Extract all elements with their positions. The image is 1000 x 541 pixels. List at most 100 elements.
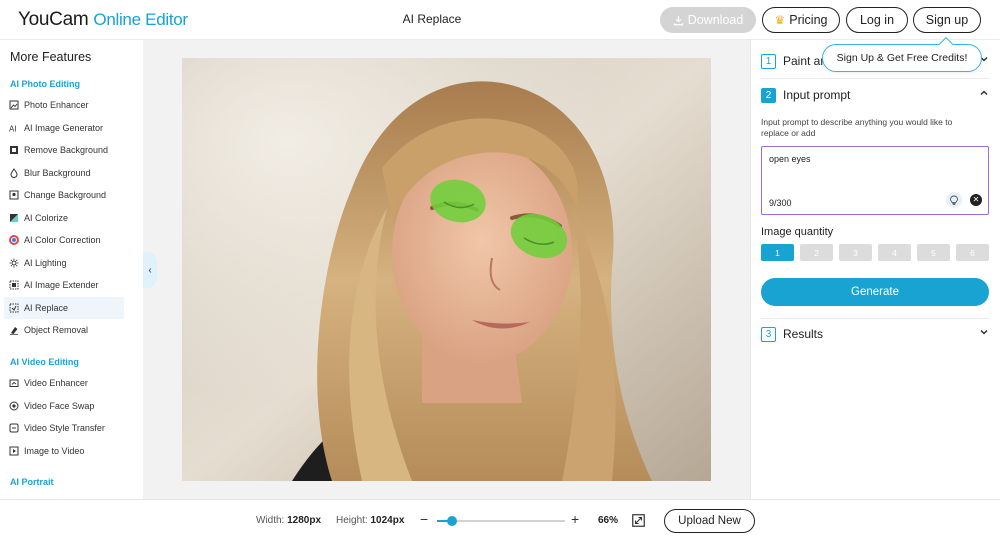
header: YouCam Online Editor AI Replace Download… [0, 0, 1000, 40]
logo[interactable]: YouCam Online Editor [18, 9, 188, 31]
app: YouCam Online Editor AI Replace Download… [0, 0, 1000, 541]
footer-toolbar: Width: 1280px Height: 1024px − + 66% Upl… [0, 499, 1000, 541]
zoom-slider[interactable] [437, 516, 565, 526]
prompt-text[interactable]: open eyes [769, 154, 811, 164]
sidebar-item-label: AI Lighting [24, 257, 67, 268]
section-video-editing: AI Video Editing [10, 357, 79, 367]
sidebar-item-label: Video Face Swap [24, 400, 95, 411]
sidebar-item-label: AI Colorize [24, 212, 69, 223]
sidebar-item-label: Video Style Transfer [24, 423, 105, 433]
zoom-in-button[interactable]: + [571, 511, 579, 527]
generate-button[interactable]: Generate [761, 278, 989, 306]
clear-icon[interactable]: ✕ [970, 194, 982, 206]
zoom-slider-handle[interactable] [447, 516, 458, 526]
video-enhancer-icon [9, 379, 19, 387]
sidebar-item-blur-background[interactable]: Blur Background [4, 162, 124, 184]
prompt-input[interactable]: open eyes 9/300 ✕ [761, 146, 989, 215]
step-number: 3 [761, 326, 776, 342]
download-label: Download [687, 13, 744, 27]
sidebar-item-video-enhancer[interactable]: Video Enhancer [4, 372, 124, 394]
quantity-option[interactable]: 3 [839, 244, 872, 261]
logo-subtitle: Online Editor [93, 10, 188, 29]
prompt-description: Input prompt to describe anything you wo… [761, 117, 953, 138]
edited-photo[interactable] [182, 58, 711, 481]
sidebar-item-change-background[interactable]: Change Background [4, 184, 124, 206]
sidebar-item-ai-replace[interactable]: AI Replace [4, 296, 124, 319]
sidebar-item-label: Object Removal [24, 325, 89, 335]
sidebar-item-label: Video Enhancer [24, 378, 88, 388]
quantity-option[interactable]: 6 [956, 244, 989, 261]
sidebar-item-ai-color-correction[interactable]: AI Color Correction [4, 229, 124, 251]
sidebar-item-ai-lighting[interactable]: AI Lighting [4, 252, 124, 274]
sidebar-title: More Features [10, 50, 92, 64]
divider [761, 78, 989, 79]
sidebar-item-label: Remove Background [24, 145, 109, 155]
width-readout: Width: 1280px [256, 515, 321, 526]
logo-brand: YouCam [18, 9, 89, 30]
chevron-up-icon [980, 90, 988, 96]
step-label: Input prompt [783, 88, 851, 102]
remove-background-icon [10, 146, 18, 154]
pricing-button[interactable]: ♛ Pricing [762, 7, 840, 33]
object-removal-icon [10, 327, 18, 335]
sidebar-item-label: Photo Enhancer [24, 100, 89, 110]
photo-enhancer-icon [9, 100, 19, 110]
replace-icon [9, 303, 19, 312]
lightbulb-icon[interactable] [946, 192, 962, 208]
change-background-icon [9, 190, 19, 200]
height-value: 1024px [370, 515, 405, 526]
sidebar-item-label: Change Background [24, 190, 107, 200]
sidebar-item-label: Image to Video [24, 445, 85, 456]
sidebar-item-ai-image-extender[interactable]: AI Image Extender [4, 274, 124, 296]
height-readout: Height: 1024px [336, 515, 404, 526]
video-style-transfer-icon [9, 423, 19, 433]
quantity-selector: 1 2 3 4 5 6 [761, 244, 989, 261]
login-button[interactable]: Log in [846, 7, 908, 33]
collapse-sidebar-toggle[interactable]: ‹ [143, 252, 157, 288]
sidebar-item-label: Blur Background [24, 167, 91, 178]
canvas-area [143, 40, 750, 499]
sidebar-item-label: AI Image Generator [24, 122, 104, 133]
section-photo-editing: AI Photo Editing [10, 79, 80, 89]
signup-button[interactable]: Sign up [913, 7, 981, 33]
crown-icon: ♛ [774, 13, 786, 27]
width-value: 1280px [287, 515, 322, 526]
sidebar-item-video-style-transfer[interactable]: Video Style Transfer [4, 417, 124, 439]
sidebar-item-photo-enhancer[interactable]: Photo Enhancer [4, 94, 124, 116]
sidebar-item-video-face-swap[interactable]: Video Face Swap [4, 395, 124, 417]
divider [761, 318, 989, 319]
sidebar-item-image-to-video[interactable]: Image to Video [4, 440, 124, 462]
sidebar-item-ai-colorize[interactable]: AI Colorize [4, 207, 124, 229]
color-correction-icon [9, 235, 19, 245]
svg-text:AI: AI [9, 124, 17, 133]
portrait-image [182, 58, 711, 481]
image-to-video-icon [9, 446, 19, 455]
sidebar: More Features AI Photo Editing Photo Enh… [0, 40, 143, 499]
fit-screen-icon[interactable] [632, 514, 645, 527]
step-number: 2 [761, 87, 776, 103]
sidebar-item-object-removal[interactable]: Object Removal [4, 319, 124, 341]
quantity-option[interactable]: 4 [878, 244, 911, 261]
upload-new-button[interactable]: Upload New [664, 509, 755, 533]
zoom-percent: 66% [598, 515, 619, 526]
chevron-down-icon [980, 329, 988, 335]
signup-tooltip[interactable]: Sign Up & Get Free Credits! [822, 44, 982, 72]
quantity-option[interactable]: 5 [917, 244, 950, 261]
sidebar-item-label: AI Replace [24, 302, 69, 313]
image-generator-icon: AI [9, 124, 17, 133]
step-label: Paint ar [783, 54, 825, 68]
chevron-left-icon: ‹ [148, 264, 152, 276]
step-results[interactable]: 3 Results [761, 323, 989, 345]
sidebar-item-remove-background[interactable]: Remove Background [4, 139, 124, 161]
colorize-icon [10, 213, 18, 222]
download-button[interactable]: Download [660, 7, 756, 33]
quantity-option[interactable]: 1 [761, 244, 794, 261]
step-input-prompt[interactable]: 2 Input prompt [761, 84, 989, 106]
step-label: Results [783, 327, 824, 341]
quantity-option[interactable]: 2 [800, 244, 833, 261]
download-icon [673, 15, 683, 25]
zoom-out-button[interactable]: − [420, 511, 428, 527]
sidebar-item-ai-image-generator[interactable]: AI AI Image Generator [4, 117, 124, 139]
sidebar-item-label: AI Image Extender [24, 280, 99, 290]
prompt-char-count: 9/300 [769, 198, 792, 208]
